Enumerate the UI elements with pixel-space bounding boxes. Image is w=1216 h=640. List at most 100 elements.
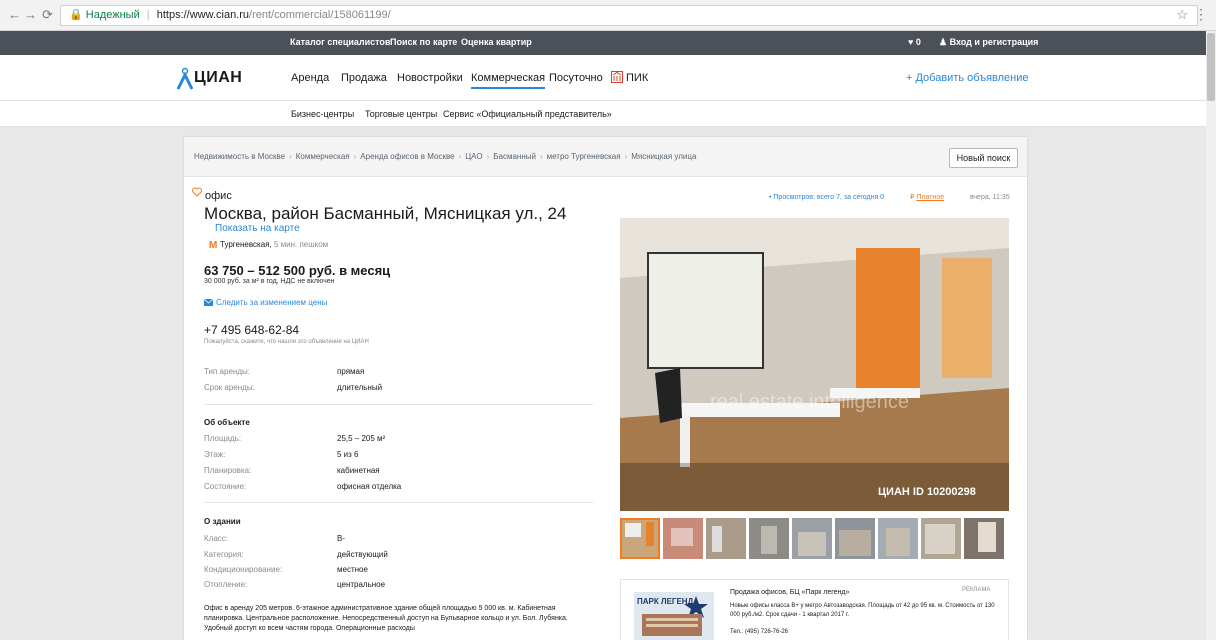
photo-thumbnail[interactable] bbox=[921, 518, 961, 559]
metro-icon: M bbox=[209, 240, 218, 251]
photo-thumbnail[interactable] bbox=[620, 518, 660, 559]
breadcrumb-item[interactable]: метро Тургеневская bbox=[547, 152, 621, 161]
photo-watermark: real estate intelligence bbox=[710, 391, 909, 413]
breadcrumb-item[interactable]: Недвижимость в Москве bbox=[194, 152, 285, 161]
ad-phone: Тел.: (495) 726-76-26 bbox=[730, 629, 788, 635]
rent-type-label: Тип аренды: bbox=[204, 367, 250, 376]
ad-text: Новые офисы класса B+ у метро Автозаводс… bbox=[730, 603, 995, 618]
photo-thumbnail[interactable] bbox=[749, 518, 789, 559]
bookmark-star-icon[interactable]: ☆ bbox=[1176, 7, 1188, 23]
lock-icon: 🔒 bbox=[69, 9, 83, 21]
show-on-map-link[interactable]: Показать на карте bbox=[215, 223, 300, 234]
rent-type-value: прямая bbox=[337, 367, 365, 376]
floor-value: 5 из 6 bbox=[337, 450, 359, 459]
rent-term-value: длительный bbox=[337, 383, 383, 392]
favorites-count: 0 bbox=[915, 37, 921, 47]
breadcrumb-chevron-icon: › bbox=[458, 152, 462, 161]
price: 63 750 – 512 500 руб. в месяц bbox=[204, 263, 391, 278]
favorite-heart-icon[interactable] bbox=[192, 187, 202, 197]
photo-thumbnail[interactable] bbox=[964, 518, 1004, 559]
floor-label: Этаж: bbox=[204, 450, 226, 459]
category-value: действующий bbox=[337, 550, 388, 559]
ac-value: местное bbox=[337, 565, 368, 574]
nav-item-daily[interactable]: Посуточно bbox=[549, 72, 603, 84]
forward-icon[interactable]: → bbox=[24, 7, 37, 23]
heating-label: Отопление: bbox=[204, 580, 248, 589]
heating-value: центральное bbox=[337, 580, 386, 589]
browser-toolbar: ← → ⟳ 🔒 Надежный | https://www.cian.ru/r… bbox=[0, 0, 1216, 31]
back-icon[interactable]: ← bbox=[8, 7, 21, 23]
class-label: Класс: bbox=[204, 534, 228, 543]
nav-item-rent[interactable]: Аренда bbox=[291, 72, 329, 84]
photo-desk bbox=[680, 417, 690, 467]
paid-label[interactable]: Платное bbox=[916, 194, 944, 201]
breadcrumb-chevron-icon: › bbox=[624, 152, 628, 161]
breadcrumb-chevron-icon: › bbox=[486, 152, 490, 161]
url-host: https://www.cian.ru bbox=[156, 9, 250, 21]
track-price-link[interactable]: Следить за изменением цены bbox=[216, 298, 327, 307]
page-scrollbar[interactable] bbox=[1206, 31, 1216, 640]
ad-title[interactable]: Продажа офисов, БЦ «Парк легенд» bbox=[730, 589, 849, 596]
ad-image[interactable]: ПАРК ЛЕГЕНД bbox=[634, 592, 714, 640]
views-counter[interactable]: • Просмотров: всего 7, за сегодня 0 bbox=[769, 194, 884, 201]
topbar-link-map-search[interactable]: Поиск по карте bbox=[390, 37, 457, 47]
add-listing-link[interactable]: + Добавить объявление bbox=[906, 72, 1029, 84]
mail-icon bbox=[204, 299, 213, 306]
nav-item-new-buildings[interactable]: Новостройки bbox=[397, 72, 463, 84]
login-link[interactable]: ♟ Вход и регистрация bbox=[939, 37, 1038, 48]
layout-label: Планировка: bbox=[204, 466, 252, 475]
main-photo[interactable]: real estate intelligence bbox=[620, 218, 1009, 511]
photo-thumbnail[interactable] bbox=[878, 518, 918, 559]
photo-thumbnail[interactable] bbox=[835, 518, 875, 559]
breadcrumb-item[interactable]: Басманный bbox=[493, 152, 536, 161]
subnav-item-official-rep[interactable]: Сервис «Официальный представитель» bbox=[443, 109, 612, 119]
layout-value: кабинетная bbox=[337, 466, 380, 475]
phone-number[interactable]: +7 495 648-62-84 bbox=[204, 323, 299, 337]
area-value: 25,5 – 205 м² bbox=[337, 434, 386, 443]
photo-thumbnail[interactable] bbox=[663, 518, 703, 559]
top-bar: Каталог специалистов Поиск по карте Оцен… bbox=[0, 31, 1206, 55]
nav-item-commercial[interactable]: Коммерческая bbox=[471, 72, 546, 89]
browser-menu-icon[interactable]: ⋮ bbox=[1194, 6, 1208, 23]
breadcrumb-trail: Недвижимость в Москве › Коммерческая › Аренд… bbox=[194, 152, 696, 161]
breadcrumb: Недвижимость в Москве › Коммерческая › Аренд… bbox=[184, 137, 1027, 177]
new-search-button[interactable]: Новый поиск bbox=[949, 148, 1018, 168]
category-label: Категория: bbox=[204, 550, 244, 559]
reload-icon[interactable]: ⟳ bbox=[42, 7, 53, 23]
photo-thumbnail[interactable] bbox=[792, 518, 832, 559]
breadcrumb-item[interactable]: Аренда офисов в Москве bbox=[360, 152, 454, 161]
secure-label: Надежный bbox=[85, 9, 140, 21]
nav-item-sale[interactable]: Продажа bbox=[341, 72, 387, 84]
topbar-link-valuation[interactable]: Оценка квартир bbox=[461, 37, 532, 47]
listing-address: Москва, район Басманный, Мясницкая ул., … bbox=[204, 204, 567, 223]
user-icon: ♟ bbox=[939, 37, 948, 47]
breadcrumb-chevron-icon: › bbox=[539, 152, 543, 161]
subnav-item-business-centers[interactable]: Бизнес-центры bbox=[291, 109, 354, 119]
paid-badge: ₽ Платное bbox=[910, 193, 944, 201]
photo-window-blinds bbox=[856, 248, 920, 398]
rent-term-label: Срок аренды: bbox=[204, 383, 255, 392]
photo-thumbnails bbox=[620, 518, 1009, 559]
login-label: Вход и регистрация bbox=[949, 37, 1039, 47]
photo-thumbnail[interactable] bbox=[706, 518, 746, 559]
breadcrumb-chevron-icon: › bbox=[289, 152, 292, 161]
nav-item-pik[interactable]: ПИК bbox=[626, 72, 648, 84]
topbar-link-specialists[interactable]: Каталог специалистов bbox=[290, 37, 390, 47]
metro-station[interactable]: Тургеневская, bbox=[220, 240, 272, 249]
favorites-link[interactable]: ♥ 0 bbox=[908, 37, 921, 47]
cian-logo[interactable]: ЦИАН bbox=[176, 67, 256, 91]
phone-note: Пожалуйста, скажите, что нашли это объяв… bbox=[204, 339, 369, 345]
url-divider: | bbox=[146, 9, 150, 21]
breadcrumb-item[interactable]: ЦАО bbox=[465, 152, 482, 161]
listing-type: офис bbox=[205, 190, 232, 202]
photo-window-blinds bbox=[942, 258, 992, 378]
breadcrumb-item[interactable]: Мясницкая улица bbox=[631, 152, 696, 161]
area-label: Площадь: bbox=[204, 434, 242, 443]
address-bar[interactable]: 🔒 Надежный | https://www.cian.ru/rent/co… bbox=[60, 5, 1198, 26]
breadcrumb-item[interactable]: Коммерческая bbox=[296, 152, 350, 161]
subnav-item-shopping-centers[interactable]: Торговые центры bbox=[365, 109, 437, 119]
publish-date: вчера, 11:35 bbox=[970, 194, 1010, 201]
object-section-title: Об объекте bbox=[204, 418, 250, 427]
url-path: /rent/commercial/158061199/ bbox=[249, 9, 391, 21]
scrollbar-thumb[interactable] bbox=[1207, 33, 1215, 101]
